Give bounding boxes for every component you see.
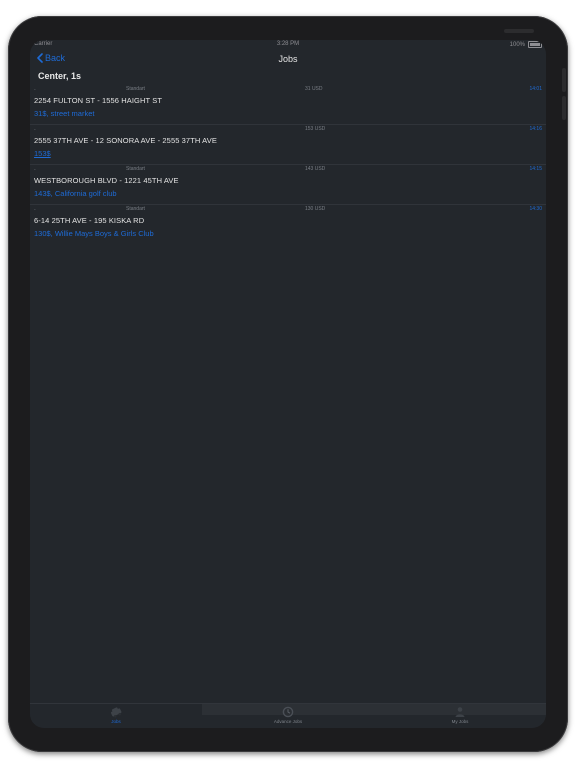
- job-route: WESTBOROUGH BLVD - 1221 45TH AVE: [34, 176, 179, 185]
- jobs-list: - Standart 31 USD 14:01 2254 FULTON ST -…: [30, 85, 546, 244]
- job-info: 143$, California golf club: [34, 189, 117, 198]
- battery-icon: [528, 41, 542, 48]
- ipad-frame: Carrier 3:28 PM 100% Back Jobs Center, 1…: [8, 16, 568, 752]
- battery-percent: 100%: [509, 41, 525, 48]
- job-type: Standart: [126, 206, 145, 212]
- tab-advance-jobs-label: Advance Jobs: [273, 719, 303, 724]
- job-row[interactable]: - Standart 143 USD 14:15 WESTBOROUGH BLV…: [30, 165, 546, 205]
- tab-jobs-label: Jobs: [111, 719, 121, 724]
- tab-bar: Jobs Advance Jobs My Jobs: [30, 703, 546, 728]
- job-time: 14:30: [529, 206, 542, 212]
- job-dash: -: [34, 207, 36, 213]
- tab-my-jobs-label: My Jobs: [451, 719, 469, 724]
- app-screen: Carrier 3:28 PM 100% Back Jobs Center, 1…: [30, 40, 546, 728]
- job-time: 14:16: [529, 126, 542, 132]
- job-price: 143 USD: [305, 166, 326, 172]
- job-info: 130$, Willie Mays Boys & Girls Club: [34, 229, 154, 238]
- job-time: 14:15: [529, 166, 542, 172]
- job-row[interactable]: - 153 USD 14:16 2555 37TH AVE - 12 SONOR…: [30, 125, 546, 165]
- job-route: 2254 FULTON ST - 1556 HAIGHT ST: [34, 96, 163, 105]
- car-icon: [111, 707, 122, 718]
- job-type: Standart: [126, 86, 145, 92]
- clock-icon: [282, 706, 294, 718]
- status-bar: Carrier 3:28 PM 100%: [30, 40, 546, 50]
- battery-indicator: 100%: [510, 41, 542, 48]
- job-info: 153$: [34, 149, 51, 158]
- job-row[interactable]: - Standart 31 USD 14:01 2254 FULTON ST -…: [30, 85, 546, 125]
- job-dash: -: [34, 127, 36, 133]
- page-title: Jobs: [278, 54, 298, 64]
- tab-jobs[interactable]: Jobs: [66, 706, 166, 724]
- volume-down-button: [562, 96, 566, 120]
- status-time: 3:28 PM: [276, 41, 300, 47]
- job-route: 2555 37TH AVE - 12 SONORA AVE - 2555 37T…: [34, 136, 217, 145]
- job-price: 130 USD: [305, 206, 326, 212]
- job-type: Standart: [126, 166, 145, 172]
- job-dash: -: [34, 87, 36, 93]
- volume-up-button: [562, 68, 566, 92]
- tab-advance-jobs[interactable]: Advance Jobs: [238, 706, 338, 724]
- job-route: 6-14 25TH AVE - 195 KISKA RD: [34, 216, 145, 225]
- job-price: 153 USD: [305, 126, 326, 132]
- job-time: 14:01: [529, 86, 542, 92]
- job-row[interactable]: - Standart 130 USD 14:30 6-14 25TH AVE -…: [30, 205, 546, 244]
- navigation-bar: Back Jobs: [30, 50, 546, 68]
- person-icon: [455, 707, 465, 717]
- top-button: [504, 29, 534, 33]
- section-title: Center, 1s: [38, 71, 82, 81]
- job-info: 31$, street market: [34, 109, 95, 118]
- job-dash: -: [34, 167, 36, 173]
- tab-my-jobs[interactable]: My Jobs: [410, 706, 510, 724]
- job-price: 31 USD: [305, 86, 323, 92]
